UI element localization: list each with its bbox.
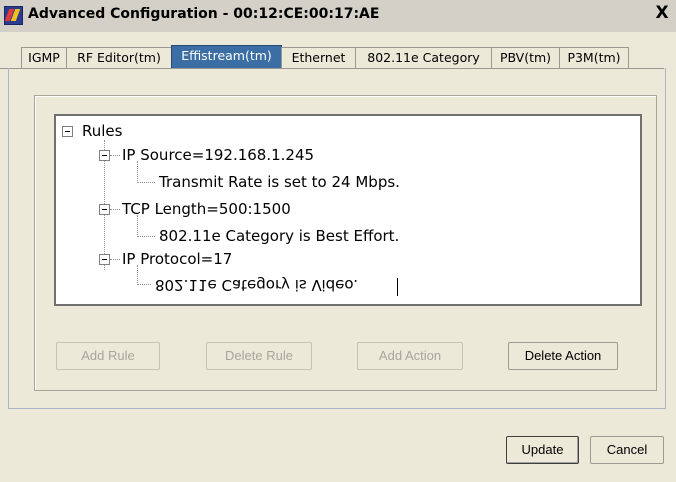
delete-rule-button[interactable]: Delete Rule [206,342,312,370]
text-cursor [397,278,398,296]
tab-igmp[interactable]: IGMP [21,47,67,68]
tree-connector [137,236,155,237]
collapse-toggle-icon[interactable] [99,150,110,161]
tree-root-rules[interactable]: Rules [82,122,122,140]
tree-action-node-editing[interactable]: 802.11e Category is Video. [155,276,358,294]
tree-rule-node[interactable]: IP Protocol=17 [122,250,232,268]
tree-rule-node[interactable]: TCP Length=500:1500 [122,200,291,218]
window-title: Advanced Configuration - 00:12:CE:00:17:… [28,6,380,22]
tree-connector [137,161,138,183]
tree-action-node[interactable]: 802.11e Category is Best Effort. [159,227,399,245]
delete-action-button[interactable]: Delete Action [508,342,618,370]
tree-rule-node[interactable]: IP Source=192.168.1.245 [122,146,314,164]
rules-tree[interactable]: Rules IP Source=192.168.1.245 Transmit R… [54,114,642,306]
tree-connector [137,182,155,183]
close-icon[interactable]: X [654,4,670,22]
tree-connector [137,284,151,285]
tree-action-node[interactable]: Transmit Rate is set to 24 Mbps. [159,173,400,191]
collapse-toggle-icon[interactable] [99,204,110,215]
cancel-button[interactable]: Cancel [590,436,664,464]
tab-rf-editor[interactable]: RF Editor(tm) [66,47,172,68]
tab-strip: IGMP RF Editor(tm) Effistream(tm) Ethern… [0,43,676,68]
tab-pbv[interactable]: PBV(tm) [491,47,560,68]
tab-p3m[interactable]: P3M(tm) [559,47,629,68]
tree-connector [137,215,138,237]
tree-connector [110,155,120,156]
collapse-toggle-icon[interactable] [62,126,73,137]
add-action-button[interactable]: Add Action [357,342,463,370]
app-logo-icon [4,6,23,25]
tab-effistream[interactable]: Effistream(tm) [171,45,282,68]
title-bar[interactable]: Advanced Configuration - 00:12:CE:00:17:… [0,0,676,32]
add-rule-button[interactable]: Add Rule [56,342,160,370]
tab-ethernet[interactable]: Ethernet [281,47,356,68]
collapse-toggle-icon[interactable] [99,254,110,265]
tree-connector [137,265,138,285]
update-button[interactable]: Update [506,436,579,464]
tree-connector [110,259,120,260]
tab-802-11e-category[interactable]: 802.11e Category [355,47,492,68]
tree-connector [110,209,120,210]
